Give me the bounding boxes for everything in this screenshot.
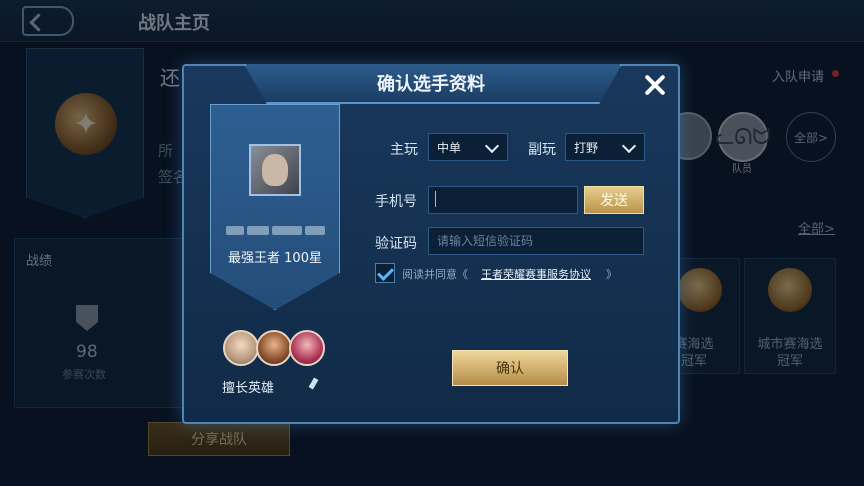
agreement-checkbox[interactable] (375, 263, 395, 283)
chevron-down-icon (621, 138, 637, 154)
player-name-redacted (222, 224, 328, 236)
player-banner (210, 104, 340, 310)
hero-avatar[interactable] (223, 330, 259, 366)
hero-avatar[interactable] (289, 330, 325, 366)
dialog-title: 确认选手资料 (377, 74, 485, 95)
player-avatar (249, 144, 301, 196)
agreement-prefix: 阅读并同意《 (402, 268, 468, 281)
hero-avatar[interactable] (256, 330, 292, 366)
phone-label: 手机号 (375, 194, 417, 210)
close-icon[interactable] (638, 68, 672, 102)
main-role-label: 主玩 (390, 142, 418, 158)
favorite-heroes-label: 擅长英雄 (222, 381, 275, 396)
text-caret (435, 191, 436, 207)
agreement-suffix: 》 (606, 268, 617, 281)
hero-avatars (223, 330, 329, 368)
sub-role-select[interactable]: 打野 (565, 133, 645, 161)
player-rank: 最强王者 100星 (228, 251, 322, 266)
player-face (262, 154, 288, 186)
verification-code-input[interactable] (428, 227, 644, 255)
edit-icon[interactable] (308, 378, 318, 392)
confirm-button[interactable]: 确认 (452, 350, 568, 386)
main-role-select[interactable]: 中单 (428, 133, 508, 161)
chevron-down-icon (484, 138, 500, 154)
sub-role-value: 打野 (574, 140, 599, 155)
code-label: 验证码 (375, 236, 417, 252)
send-code-button[interactable]: 发送 (584, 186, 644, 214)
main-role-value: 中单 (437, 140, 462, 155)
sub-role-label: 副玩 (528, 142, 556, 158)
service-agreement-link[interactable]: 王者荣耀赛事服务协议 (481, 266, 591, 282)
phone-input[interactable] (428, 186, 578, 214)
